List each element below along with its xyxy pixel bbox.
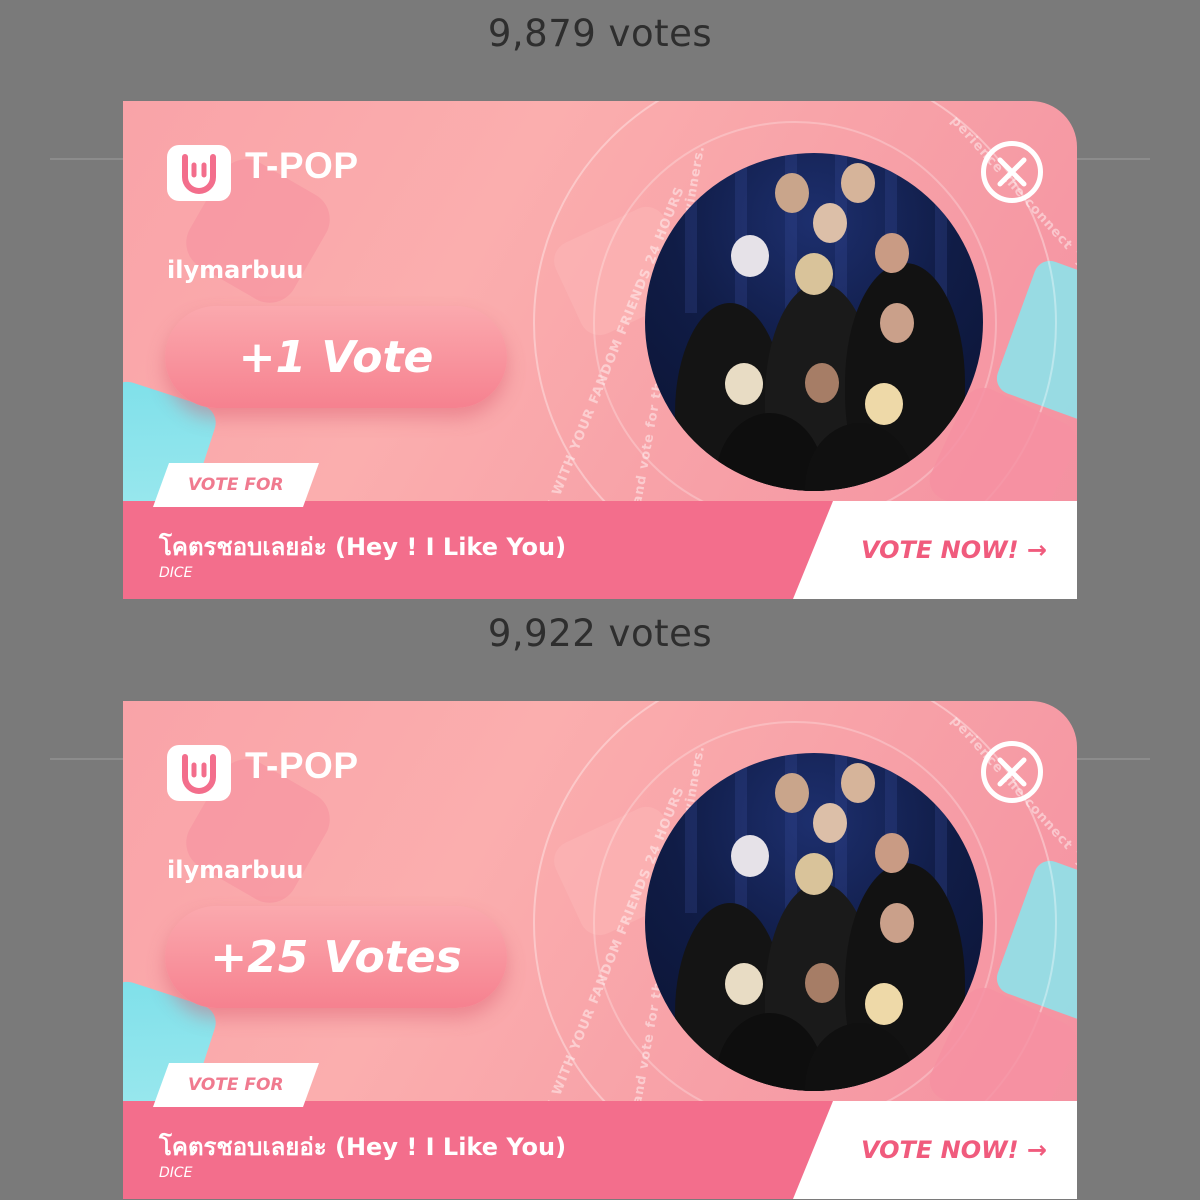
vote-for-tag: VOTE FOR <box>152 1063 320 1107</box>
divider <box>1075 158 1150 160</box>
artist-name: DICE <box>159 1165 193 1181</box>
artist-name: DICE <box>159 565 193 581</box>
divider <box>50 758 125 760</box>
close-button[interactable] <box>981 141 1043 203</box>
vote-for-tag: VOTE FOR <box>152 463 320 507</box>
artist-photo <box>645 753 983 1091</box>
username: ilymarbuu <box>167 256 304 284</box>
vote-amount-pill: +25 Votes <box>165 906 507 1008</box>
vote-count-label: 9,879 votes <box>487 12 713 55</box>
username: ilymarbuu <box>167 856 304 884</box>
artist-photo <box>645 153 983 491</box>
vote-for-label: VOTE FOR <box>188 1075 284 1095</box>
close-icon <box>997 757 1027 787</box>
divider <box>1075 758 1150 760</box>
vote-amount: +1 Vote <box>238 331 434 383</box>
close-icon <box>997 157 1027 187</box>
song-title: โคตรชอบเลยอ่ะ (Hey ! I Like You) <box>159 533 567 561</box>
brand-name: T-POP <box>245 145 359 186</box>
vote-amount-pill: +1 Vote <box>165 306 507 408</box>
brand-name: T-POP <box>245 745 359 786</box>
vote-share-card: CES WITH YOUR FANDOM FRIENDS 24 HOURS s … <box>123 701 1077 1199</box>
vote-now-label: VOTE NOW! → <box>860 536 1047 564</box>
vote-now-button[interactable]: VOTE NOW! → <box>793 1101 1077 1199</box>
vote-now-label: VOTE NOW! → <box>860 1136 1047 1164</box>
divider <box>50 158 125 160</box>
vote-for-label: VOTE FOR <box>188 475 284 495</box>
vote-count-label: 9,922 votes <box>487 612 713 655</box>
vote-now-button[interactable]: VOTE NOW! → <box>793 501 1077 599</box>
rock-hand-icon <box>167 145 231 201</box>
vote-share-card: CES WITH YOUR FANDOM FRIENDS 24 HOURS s … <box>123 101 1077 599</box>
rock-hand-icon <box>167 745 231 801</box>
song-title: โคตรชอบเลยอ่ะ (Hey ! I Like You) <box>159 1133 567 1161</box>
close-button[interactable] <box>981 741 1043 803</box>
vote-amount: +25 Votes <box>210 931 462 983</box>
